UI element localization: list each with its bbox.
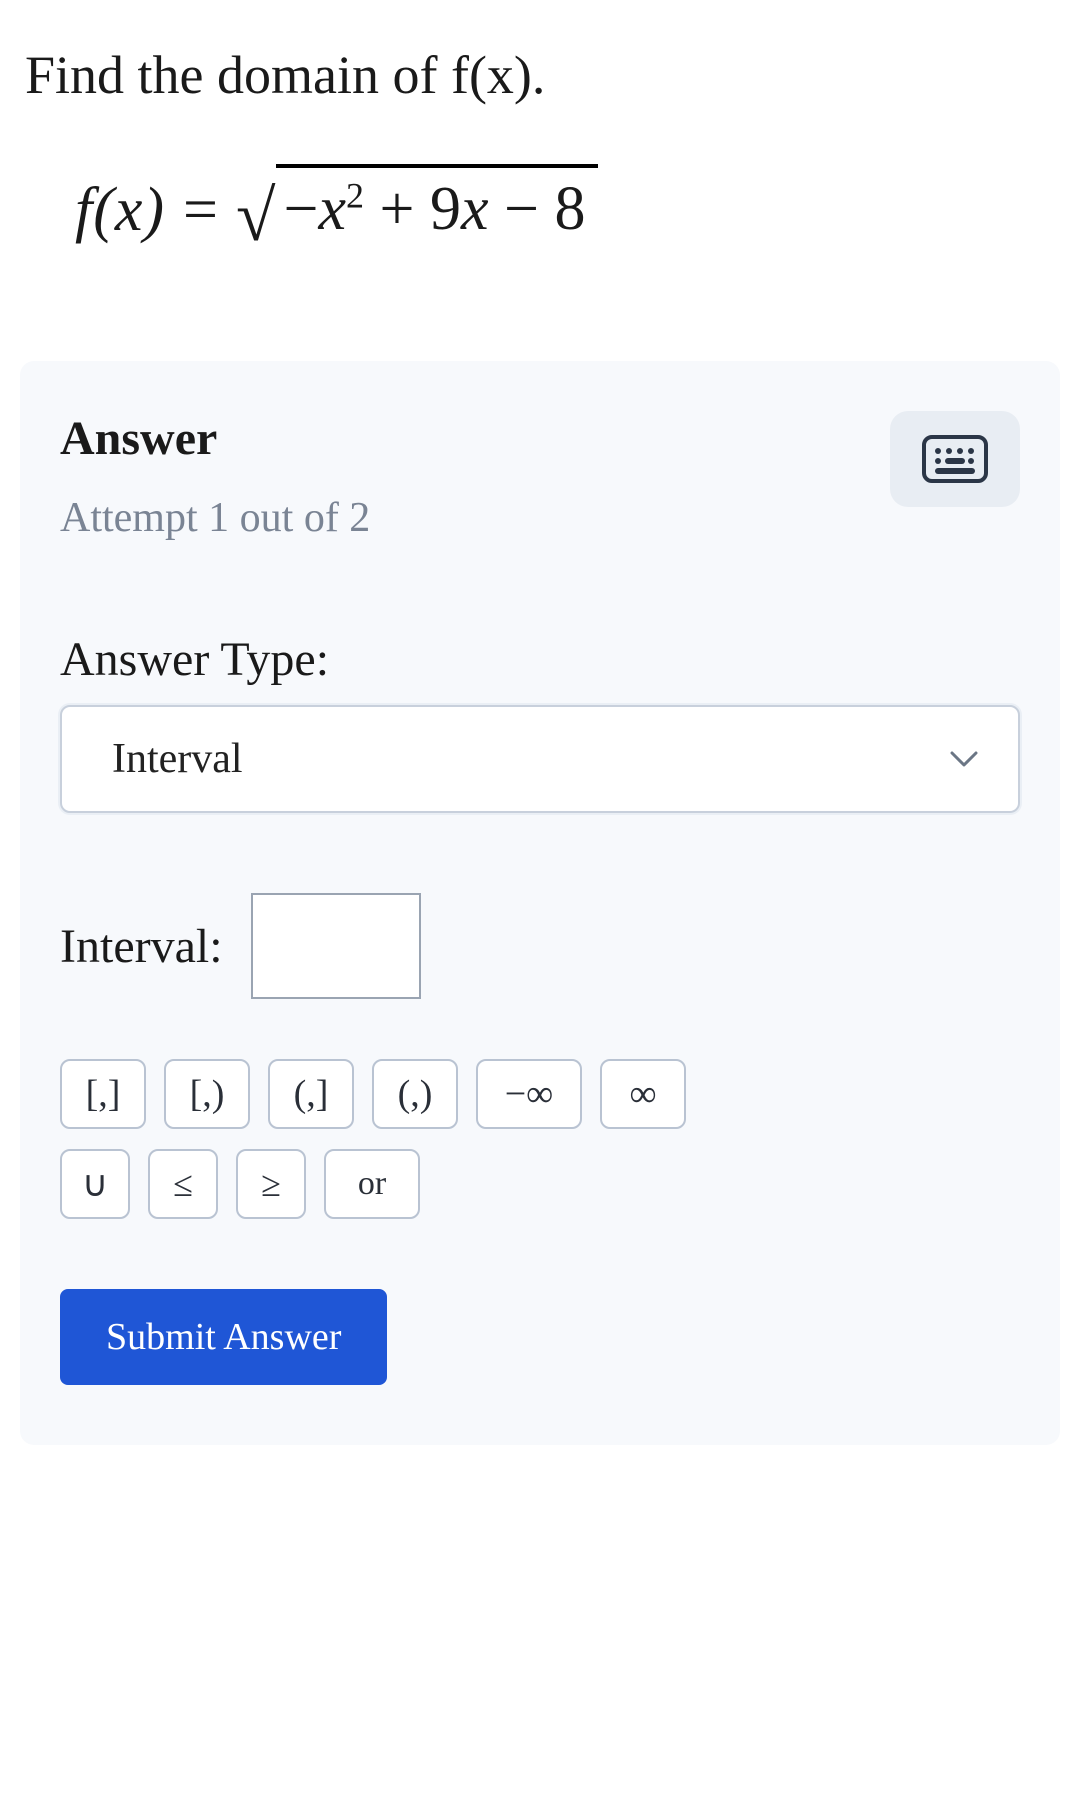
radicand-x1: x	[319, 175, 347, 243]
radicand-tail: − 8	[489, 175, 586, 243]
answer-type-select[interactable]: Interval	[60, 705, 1020, 813]
lte-button[interactable]: ≤	[148, 1149, 218, 1219]
answer-card: Answer Attempt 1 out of 2 Answer Type: I…	[20, 361, 1060, 1445]
equation-lhs: f(x)	[75, 175, 165, 246]
equation-equals: =	[183, 175, 218, 246]
attempt-text: Attempt 1 out of 2	[60, 494, 370, 542]
interval-label: Interval:	[60, 919, 223, 974]
bracket-open-closed-button[interactable]: (,]	[268, 1059, 354, 1129]
union-button[interactable]: ∪	[60, 1149, 130, 1219]
radicand-plus9: + 9	[364, 175, 461, 243]
chevron-down-icon	[950, 750, 978, 768]
interval-row: Interval:	[60, 893, 1020, 999]
keyboard-button[interactable]	[890, 411, 1020, 507]
answer-type-value: Interval	[112, 735, 243, 783]
radicand-exp: 2	[346, 176, 364, 216]
bracket-closed-closed-button[interactable]: [,]	[60, 1059, 146, 1129]
bracket-closed-open-button[interactable]: [,)	[164, 1059, 250, 1129]
equation-sqrt: √ −x2 + 9x − 8	[236, 170, 597, 251]
keyboard-icon	[921, 434, 989, 484]
or-button[interactable]: or	[324, 1149, 420, 1219]
answer-header: Answer Attempt 1 out of 2	[60, 411, 1020, 542]
question-area: Find the domain of f(x). f(x) = √ −x2 + …	[0, 0, 1080, 341]
interval-input[interactable]	[251, 893, 421, 999]
equation: f(x) = √ −x2 + 9x − 8	[75, 170, 1055, 251]
radical-icon: √	[236, 188, 276, 246]
question-prompt: Find the domain of f(x).	[25, 40, 1055, 110]
gte-button[interactable]: ≥	[236, 1149, 306, 1219]
bracket-open-open-button[interactable]: (,)	[372, 1059, 458, 1129]
answer-title: Answer	[60, 411, 370, 466]
radicand-x2: x	[461, 175, 489, 243]
negative-infinity-button[interactable]: −∞	[476, 1059, 582, 1129]
math-buttons-row1: [,] [,) (,] (,) −∞ ∞	[60, 1059, 760, 1129]
radicand-minus: −	[284, 175, 319, 243]
infinity-button[interactable]: ∞	[600, 1059, 686, 1129]
math-buttons-row2: ∪ ≤ ≥ or	[60, 1149, 760, 1219]
equation-radicand: −x2 + 9x − 8	[276, 164, 598, 245]
answer-type-label: Answer Type:	[60, 632, 1020, 687]
submit-answer-button[interactable]: Submit Answer	[60, 1289, 387, 1385]
